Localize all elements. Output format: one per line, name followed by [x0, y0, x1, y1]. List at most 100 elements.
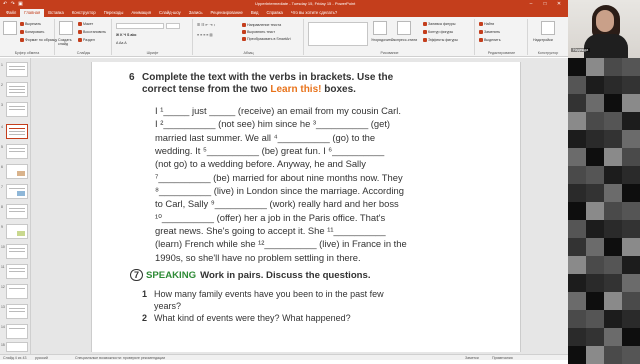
maximize-button[interactable]: □ — [538, 0, 552, 8]
quick-access-toolbar[interactable]: ↶ ↷ ▣ — [3, 1, 24, 7]
background-tile — [622, 76, 640, 94]
background-tile — [568, 112, 586, 130]
notes-button[interactable]: Заметки — [465, 356, 479, 360]
tab-file[interactable]: Файл — [2, 9, 20, 17]
font-size-select[interactable] — [166, 23, 180, 29]
close-button[interactable]: ✕ — [552, 0, 566, 8]
text-direction-icon — [242, 23, 246, 28]
exercise-number-badge: 7 — [130, 269, 143, 281]
arrange-button[interactable]: Упорядочить — [371, 38, 392, 42]
cut-button[interactable]: Вырезать — [20, 22, 41, 27]
paste-icon[interactable] — [3, 21, 17, 35]
accessibility-status[interactable]: Специальные возможности: проверьте реком… — [75, 356, 165, 360]
paragraph-group-label: Абзац — [243, 51, 254, 55]
exercise-7-heading: 7 SPEAKING Work in pairs. Discuss the ques… — [130, 269, 490, 282]
slide-thumbnail[interactable]: 11 — [1, 264, 28, 279]
background-tile — [622, 202, 640, 220]
comments-button[interactable]: Примечания — [492, 356, 513, 360]
copy-button[interactable]: Копировать — [20, 30, 45, 35]
language-indicator[interactable]: русский — [35, 356, 48, 360]
slide-thumbnail[interactable]: 10 — [1, 244, 28, 259]
background-tile — [586, 256, 604, 274]
background-tile — [568, 76, 586, 94]
tab-transitions[interactable]: Переходы — [100, 9, 128, 17]
ribbon: Вырезать Копировать Формат по образцу Бу… — [0, 17, 568, 57]
background-tile — [604, 94, 622, 112]
list-buttons[interactable]: ☰ ☷ ⇤ ⇥ ↕ — [197, 23, 215, 27]
slide-thumbnail[interactable]: 14 — [1, 324, 28, 339]
slide-thumbnail[interactable]: 8 — [1, 204, 28, 219]
tab-view[interactable]: Вид — [247, 9, 263, 17]
title-bar: ↶ ↷ ▣ UpperIntermediate - Tuesday 15, Fr… — [0, 0, 568, 8]
background-tile — [604, 346, 622, 364]
smartart-button[interactable]: Преобразовать в SmartArt — [242, 37, 291, 42]
tab-home[interactable]: Главная — [20, 9, 45, 17]
pixelated-background — [568, 58, 640, 364]
tab-insert[interactable]: Вставка — [44, 9, 68, 17]
align-text-button[interactable]: Выровнять текст — [242, 30, 275, 35]
copy-label: Копировать — [25, 30, 45, 34]
exercise-text: I ¹_____ just _____ (receive) an email f… — [155, 104, 425, 264]
reset-button[interactable]: Восстановить — [78, 30, 106, 35]
slide-thumbnail[interactable]: 7 — [1, 184, 28, 199]
slide-thumbnail[interactable]: 2 — [1, 82, 28, 97]
slide-thumbnail[interactable]: 5 — [1, 144, 28, 159]
slide-thumbnail[interactable]: 12 — [1, 284, 28, 299]
minimize-button[interactable]: – — [524, 0, 538, 8]
font-color-buttons[interactable]: A Aa A — [116, 41, 127, 45]
font-style-buttons[interactable]: Ж К Ч S abc — [116, 33, 137, 37]
slide-thumbnail[interactable]: 1 — [1, 62, 28, 77]
tab-review[interactable]: Рецензирование — [207, 9, 247, 17]
background-tile — [568, 202, 586, 220]
background-tile — [604, 112, 622, 130]
addins-icon[interactable] — [541, 21, 555, 35]
tell-me-search[interactable]: Что вы хотите сделать? — [287, 9, 341, 17]
slide-thumbnails-panel[interactable]: 1 2 3 4 5 6 7 8 9 10 11 12 13 14 15 — [0, 58, 31, 354]
tab-help[interactable]: Справка — [262, 9, 286, 17]
addins-button[interactable]: Надстройки — [533, 38, 553, 42]
webcam-view: Надежда — [568, 0, 640, 58]
background-tile — [568, 148, 586, 166]
slide-thumbnail-selected[interactable]: 4 — [1, 124, 28, 139]
select-button[interactable]: Выделить — [479, 38, 501, 43]
align-text-icon — [242, 30, 246, 35]
thumbnail-number: 4 — [1, 125, 3, 129]
shape-fill-button[interactable]: Заливка фигуры — [423, 22, 455, 27]
font-family-select[interactable] — [116, 23, 164, 29]
format-painter-button[interactable]: Формат по образцу — [20, 38, 57, 43]
slide-thumbnail[interactable]: 3 — [1, 102, 28, 117]
thumbnail-image — [17, 191, 25, 196]
text-direction-button[interactable]: Направление текста — [242, 23, 281, 28]
new-slide-icon[interactable] — [59, 21, 73, 35]
quick-styles-button[interactable]: Экспресс-стили — [391, 38, 417, 42]
arrange-icon[interactable] — [373, 21, 387, 35]
slide-thumbnail[interactable]: 13 — [1, 304, 28, 319]
replace-button[interactable]: Заменить — [479, 30, 500, 35]
slide-thumbnail[interactable]: 6 — [1, 164, 28, 179]
layout-label: Макет — [83, 22, 94, 26]
background-tile — [604, 274, 622, 292]
slide-canvas[interactable]: 6 Complete the text with the verbs in br… — [91, 62, 521, 352]
tab-slideshow[interactable]: Слайд-шоу — [155, 9, 185, 17]
text-line: married last summer. We all ⁴__________ … — [155, 131, 376, 143]
layout-button[interactable]: Макет — [78, 22, 94, 27]
tab-animations[interactable]: Анимация — [127, 9, 155, 17]
background-tile — [568, 292, 586, 310]
tab-design[interactable]: Конструктор — [68, 9, 100, 17]
shape-effects-button[interactable]: Эффекты фигуры — [423, 38, 458, 43]
find-button[interactable]: Найти — [479, 22, 494, 27]
outline-icon — [423, 30, 427, 35]
slide-thumbnail[interactable]: 15 — [1, 342, 28, 352]
new-slide-button[interactable]: Создать слайд — [58, 38, 76, 46]
tab-record[interactable]: Запись — [185, 9, 207, 17]
section-button[interactable]: Раздел — [78, 38, 95, 43]
shapes-gallery[interactable] — [308, 22, 368, 46]
question-text: How many family events have you been to … — [154, 289, 384, 311]
background-tile — [622, 346, 640, 364]
align-buttons[interactable]: ≡ ≡ ≡ ≡ ▥ — [197, 33, 213, 37]
section-icon — [78, 38, 82, 43]
shape-outline-button[interactable]: Контур фигуры — [423, 30, 453, 35]
quick-styles-icon[interactable] — [397, 21, 411, 35]
font-group: Ж К Ч S abc A Aa A Шрифт — [113, 19, 193, 55]
slide-thumbnail[interactable]: 9 — [1, 224, 28, 239]
